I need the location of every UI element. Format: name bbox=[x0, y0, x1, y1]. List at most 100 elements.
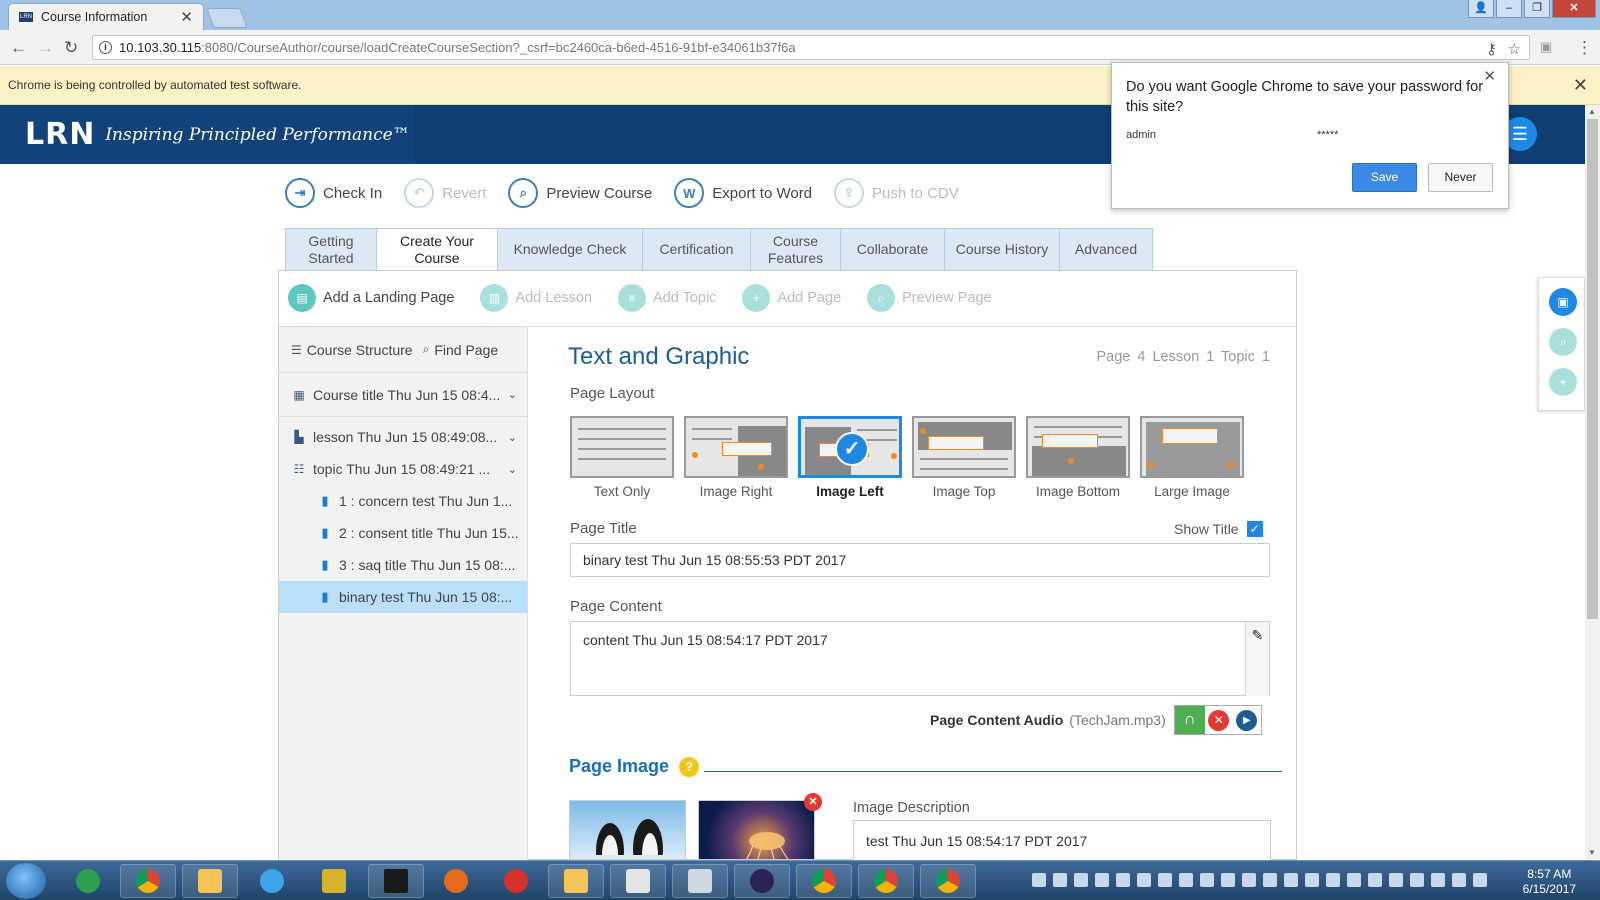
window-close-button[interactable]: ✕ bbox=[1552, 0, 1596, 18]
site-info-icon[interactable]: i bbox=[99, 41, 112, 54]
tab-knowledge-check[interactable]: Knowledge Check bbox=[497, 228, 642, 271]
layout-large-image[interactable]: Large Image bbox=[1140, 416, 1244, 499]
play-audio-button[interactable]: ▶ bbox=[1232, 706, 1261, 734]
checkbox-checked-icon[interactable]: ✓ bbox=[1246, 521, 1263, 537]
minimize-button[interactable]: – bbox=[1496, 0, 1522, 18]
page-scrollbar[interactable]: ▲ ▼ bbox=[1585, 105, 1600, 859]
chevron-down-icon[interactable]: ⌄ bbox=[508, 463, 517, 476]
revert-button[interactable]: ↶ Revert bbox=[404, 178, 486, 208]
tray-icon[interactable] bbox=[1200, 873, 1214, 887]
maximize-button[interactable]: ❐ bbox=[1524, 0, 1550, 18]
tray-icon[interactable] bbox=[1179, 873, 1193, 887]
key-icon[interactable]: ⚷ bbox=[1486, 38, 1497, 59]
headphones-icon[interactable]: ∩ bbox=[1174, 706, 1205, 734]
save-password-button[interactable]: Save bbox=[1352, 163, 1417, 192]
tray-icon[interactable] bbox=[1263, 873, 1277, 887]
page-image-thumbnail[interactable] bbox=[698, 800, 815, 860]
chevron-down-icon[interactable]: ⌄ bbox=[508, 431, 517, 444]
chrome-icon[interactable] bbox=[858, 864, 914, 898]
edit-pencil-icon[interactable]: ✎ bbox=[1245, 622, 1269, 696]
course-structure-link[interactable]: ☰ Course Structure bbox=[291, 342, 413, 358]
infobar-close-icon[interactable]: ✕ bbox=[1573, 66, 1588, 105]
dialog-close-icon[interactable]: ✕ bbox=[1483, 67, 1496, 85]
internet-explorer-icon[interactable] bbox=[244, 864, 300, 898]
tray-icon[interactable] bbox=[1305, 873, 1319, 887]
tree-page[interactable]: ▮ 1 : concern test Thu Jun 1... bbox=[279, 485, 527, 517]
tab-advanced[interactable]: Advanced bbox=[1059, 228, 1153, 271]
tab-course-history[interactable]: Course History bbox=[944, 228, 1059, 271]
start-button[interactable] bbox=[6, 863, 46, 899]
help-icon[interactable]: ? bbox=[679, 756, 700, 777]
extension-icon[interactable]: ▣ bbox=[1540, 39, 1552, 55]
tree-page[interactable]: ▮ 3 : saq title Thu Jun 15 08:... bbox=[279, 549, 527, 581]
scroll-thumb[interactable] bbox=[1587, 119, 1598, 619]
layout-image-bottom[interactable]: Image Bottom bbox=[1026, 416, 1130, 499]
url-input[interactable]: i 10.103.30.115:8080/CourseAuthor/course… bbox=[92, 35, 1530, 60]
export-to-word-button[interactable]: W Export to Word bbox=[674, 178, 812, 208]
hangouts-icon[interactable] bbox=[60, 864, 116, 898]
tray-icon[interactable] bbox=[1053, 873, 1067, 887]
reload-icon[interactable]: ↻ bbox=[64, 38, 78, 58]
preview-page-button[interactable]: ⌕ Preview Page bbox=[867, 284, 992, 312]
tray-icon[interactable] bbox=[1221, 873, 1235, 887]
add-landing-page-button[interactable]: ▤ Add a Landing Page bbox=[288, 284, 454, 312]
tab-create-your-course[interactable]: Create Your Course bbox=[376, 228, 497, 271]
tray-icon[interactable] bbox=[1284, 873, 1298, 887]
save-icon[interactable]: ▣ bbox=[1549, 288, 1577, 316]
volume-icon[interactable] bbox=[1473, 873, 1487, 887]
preview-icon[interactable]: ⌕ bbox=[1549, 328, 1577, 356]
user-icon[interactable]: 👤 bbox=[1468, 0, 1494, 18]
check-in-button[interactable]: ⇥ Check In bbox=[285, 178, 382, 208]
chrome-icon[interactable] bbox=[120, 864, 176, 898]
add-page-icon[interactable]: + bbox=[1549, 368, 1577, 396]
tray-icon[interactable] bbox=[1116, 873, 1130, 887]
network-icon[interactable] bbox=[1452, 873, 1466, 887]
file-explorer-icon[interactable] bbox=[182, 864, 238, 898]
notepad-icon[interactable] bbox=[672, 864, 728, 898]
tray-icon[interactable] bbox=[1032, 873, 1046, 887]
add-page-button[interactable]: + Add Page bbox=[742, 284, 841, 312]
add-lesson-button[interactable]: ▥ Add Lesson bbox=[480, 284, 592, 312]
chrome-menu-icon[interactable]: ⋮ bbox=[1576, 38, 1593, 58]
tray-icon[interactable] bbox=[1095, 873, 1109, 887]
chrome-icon[interactable] bbox=[920, 864, 976, 898]
mail-icon[interactable] bbox=[548, 864, 604, 898]
tab-certification[interactable]: Certification bbox=[642, 228, 750, 271]
remove-image-button[interactable]: ✕ bbox=[804, 793, 822, 811]
tree-topic[interactable]: ☷ topic Thu Jun 15 08:49:21 ... ⌄ bbox=[279, 453, 527, 485]
tab-getting-started[interactable]: Getting Started bbox=[285, 228, 376, 271]
new-tab-button[interactable] bbox=[206, 8, 248, 28]
tray-icon[interactable] bbox=[1431, 873, 1445, 887]
tab-close-icon[interactable]: ✕ bbox=[180, 8, 193, 26]
eclipse-icon[interactable] bbox=[734, 864, 790, 898]
terminal-icon[interactable] bbox=[368, 864, 424, 898]
system-clock[interactable]: 8:57 AM 6/15/2017 bbox=[1523, 867, 1576, 897]
tray-icon[interactable] bbox=[1389, 873, 1403, 887]
tray-icon[interactable] bbox=[1242, 873, 1256, 887]
layout-image-left[interactable]: ✓ Image Left bbox=[798, 416, 902, 499]
vivaldi-icon[interactable] bbox=[488, 864, 544, 898]
tree-lesson[interactable]: ▙ lesson Thu Jun 15 08:49:08... ⌄ bbox=[279, 421, 527, 453]
tray-icon[interactable] bbox=[1410, 873, 1424, 887]
never-save-button[interactable]: Never bbox=[1428, 163, 1493, 192]
push-to-cdv-button[interactable]: ⇪ Push to CDV bbox=[834, 178, 959, 208]
chrome-icon[interactable] bbox=[796, 864, 852, 898]
scroll-down-icon[interactable]: ▼ bbox=[1588, 848, 1596, 857]
tab-collaborate[interactable]: Collaborate bbox=[840, 228, 944, 271]
tray-icon[interactable] bbox=[1074, 873, 1088, 887]
preview-course-button[interactable]: ⌕ Preview Course bbox=[508, 178, 652, 208]
layout-text-only[interactable]: Text Only bbox=[570, 416, 674, 499]
page-content-input[interactable]: content Thu Jun 15 08:54:17 PDT 2017 bbox=[570, 621, 1270, 696]
bookmark-star-icon[interactable]: ☆ bbox=[1508, 38, 1521, 59]
tree-page[interactable]: ▮ 2 : consent title Thu Jun 15... bbox=[279, 517, 527, 549]
add-topic-button[interactable]: ≡ Add Topic bbox=[618, 284, 716, 312]
show-title-toggle[interactable]: Show Title ✓ bbox=[1174, 521, 1263, 537]
page-title-input[interactable]: binary test Thu Jun 15 08:55:53 PDT 2017 bbox=[570, 543, 1270, 577]
chevron-down-icon[interactable]: ⌄ bbox=[508, 388, 517, 401]
page-image-thumbnail[interactable] bbox=[569, 800, 686, 860]
tree-page-selected[interactable]: ▮ binary test Thu Jun 15 08:... bbox=[279, 581, 527, 613]
back-icon[interactable]: ← bbox=[10, 38, 27, 58]
remove-audio-button[interactable]: ✕ bbox=[1204, 706, 1233, 734]
tray-icon[interactable] bbox=[1368, 873, 1382, 887]
forward-icon[interactable]: → bbox=[37, 38, 54, 58]
